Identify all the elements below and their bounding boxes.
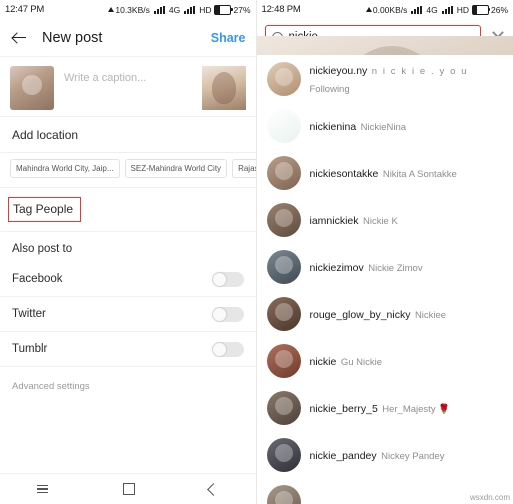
toggle-row-tumblr[interactable]: Tumblr — [0, 332, 256, 367]
add-location-row[interactable]: Add location — [0, 117, 256, 153]
avatar — [266, 296, 301, 331]
avatar — [266, 390, 301, 425]
avatar — [266, 202, 301, 237]
avatar — [266, 155, 301, 190]
list-item[interactable]: nickie Gu Nickie — [256, 337, 513, 384]
home-icon[interactable] — [122, 483, 135, 495]
result-username: nickiesontakke — [309, 167, 379, 180]
location-chip[interactable]: Mahindra World City, Jaip... — [10, 159, 120, 178]
location-suggestions: Mahindra World City, Jaip... SEZ-Mahindr… — [0, 153, 256, 188]
post-thumbnail[interactable] — [201, 66, 246, 110]
search-results-list: nickieyou.ny n i c k i e . y o u Followi… — [256, 55, 513, 504]
avatar — [266, 108, 301, 143]
result-fullname: Nickie K — [362, 215, 398, 227]
upload-arrow-icon — [108, 7, 115, 12]
list-item[interactable]: nickienina NickieNina — [256, 102, 513, 149]
result-username: iamnickiek — [309, 214, 359, 227]
tag-people-highlight[interactable]: Tag People — [8, 197, 82, 222]
result-fullname: Nikita A Sontakke — [382, 168, 457, 180]
result-username: nickie_pandey — [309, 449, 377, 462]
page-title: New post — [42, 29, 103, 46]
list-item[interactable]: nickiesontakke Nikita A Sontakke — [256, 149, 513, 196]
result-username: rouge_glow_by_nicky — [309, 308, 411, 321]
list-item[interactable]: rouge_glow_by_nicky Nickiee — [256, 290, 513, 337]
tumblr-label: Tumblr — [12, 343, 48, 355]
upload-arrow-icon — [365, 7, 372, 12]
list-item[interactable]: nickieyou.ny n i c k i e . y o u Followi… — [256, 55, 513, 102]
recent-apps-icon[interactable] — [37, 484, 49, 494]
share-button[interactable]: Share — [211, 31, 246, 45]
twitter-label: Twitter — [12, 308, 46, 320]
new-post-header: New post Share — [0, 19, 256, 57]
toggle-row-facebook[interactable]: Facebook — [0, 262, 256, 297]
left-status-bar: 12:47 PM 10.3KB/s 4G HD 27% — [0, 0, 256, 19]
right-status-time: 12:48 PM — [261, 4, 301, 15]
signal-bars-one-icon — [153, 5, 166, 14]
result-fullname: NickieNina — [360, 121, 407, 133]
back-icon[interactable] — [207, 482, 221, 496]
result-fullname: Her_Majesty 🌹 — [382, 403, 451, 415]
list-item[interactable]: iamnickiek Nickie K — [256, 196, 513, 243]
location-chip[interactable]: Rajast — [232, 159, 256, 178]
left-battery: 27% — [214, 4, 251, 15]
right-hd-indicator: HD — [456, 4, 469, 15]
battery-icon — [214, 4, 233, 15]
result-fullname: Nickey Pandey — [381, 450, 445, 462]
facebook-label: Facebook — [12, 273, 63, 285]
result-username: nickieyou.ny — [309, 64, 368, 77]
avatar — [266, 484, 301, 504]
list-item[interactable]: nickiezimov Nickie Zimov — [256, 243, 513, 290]
caption-input[interactable]: Write a caption... — [54, 66, 202, 84]
result-fullname: Nickie Zimov — [368, 262, 423, 274]
left-status-time: 12:47 PM — [5, 4, 45, 15]
battery-icon — [471, 4, 491, 15]
left-navigation-bar — [0, 473, 256, 504]
toggle-row-twitter[interactable]: Twitter — [0, 297, 256, 332]
result-username: nickie_berry_5 — [309, 402, 378, 415]
left-network-type: 4G — [168, 4, 181, 15]
tumblr-toggle[interactable] — [211, 341, 244, 357]
right-network-speed: 0.00KB/s — [365, 5, 407, 15]
list-item[interactable]: nickie_pandey Nickey Pandey — [256, 431, 513, 478]
result-fullname: n i c k i e . y o u — [371, 65, 469, 77]
avatar — [10, 66, 54, 110]
signal-bars-two-icon — [441, 5, 454, 14]
result-username: nickiezimov — [309, 261, 364, 274]
watermark: wsxdn.com — [469, 493, 510, 502]
signal-bars-two-icon — [183, 5, 196, 14]
result-fullname: Nickiee — [414, 309, 447, 321]
signal-bars-one-icon — [410, 5, 423, 14]
left-hd-indicator: HD — [199, 4, 212, 15]
left-phone-screen: 12:47 PM 10.3KB/s 4G HD 27% New post Sha… — [0, 0, 256, 504]
list-item[interactable]: nickie_berry_5 Her_Majesty 🌹 — [256, 384, 513, 431]
avatar — [266, 437, 301, 472]
tag-people-row[interactable]: Tag People — [0, 188, 256, 232]
avatar — [266, 61, 301, 96]
left-network-speed: 10.3KB/s — [108, 5, 150, 15]
location-chip[interactable]: SEZ-Mahindra World City — [124, 159, 228, 178]
avatar — [266, 249, 301, 284]
also-post-to-label: Also post to — [12, 243, 73, 255]
twitter-toggle[interactable] — [211, 306, 244, 322]
right-phone-screen: 12:48 PM 0.00KB/s 4G HD 26% nickieyou.ny… — [255, 0, 513, 504]
result-username: nickienina — [309, 120, 357, 133]
avatar — [266, 343, 301, 378]
right-network-type: 4G — [426, 4, 438, 15]
result-fullname: Gu Nickie — [340, 356, 382, 368]
right-status-bar: 12:48 PM 0.00KB/s 4G HD 26% — [256, 0, 513, 19]
dual-phone-screenshot: 12:47 PM 10.3KB/s 4G HD 27% New post Sha… — [0, 0, 513, 504]
result-following-status: Following — [309, 83, 350, 95]
caption-row: Write a caption... — [0, 57, 256, 117]
back-arrow-icon[interactable] — [10, 29, 28, 47]
right-battery: 26% — [471, 4, 508, 15]
advanced-settings-link[interactable]: Advanced settings — [0, 367, 256, 406]
result-username: nickie — [309, 355, 337, 368]
facebook-toggle[interactable] — [211, 271, 244, 287]
